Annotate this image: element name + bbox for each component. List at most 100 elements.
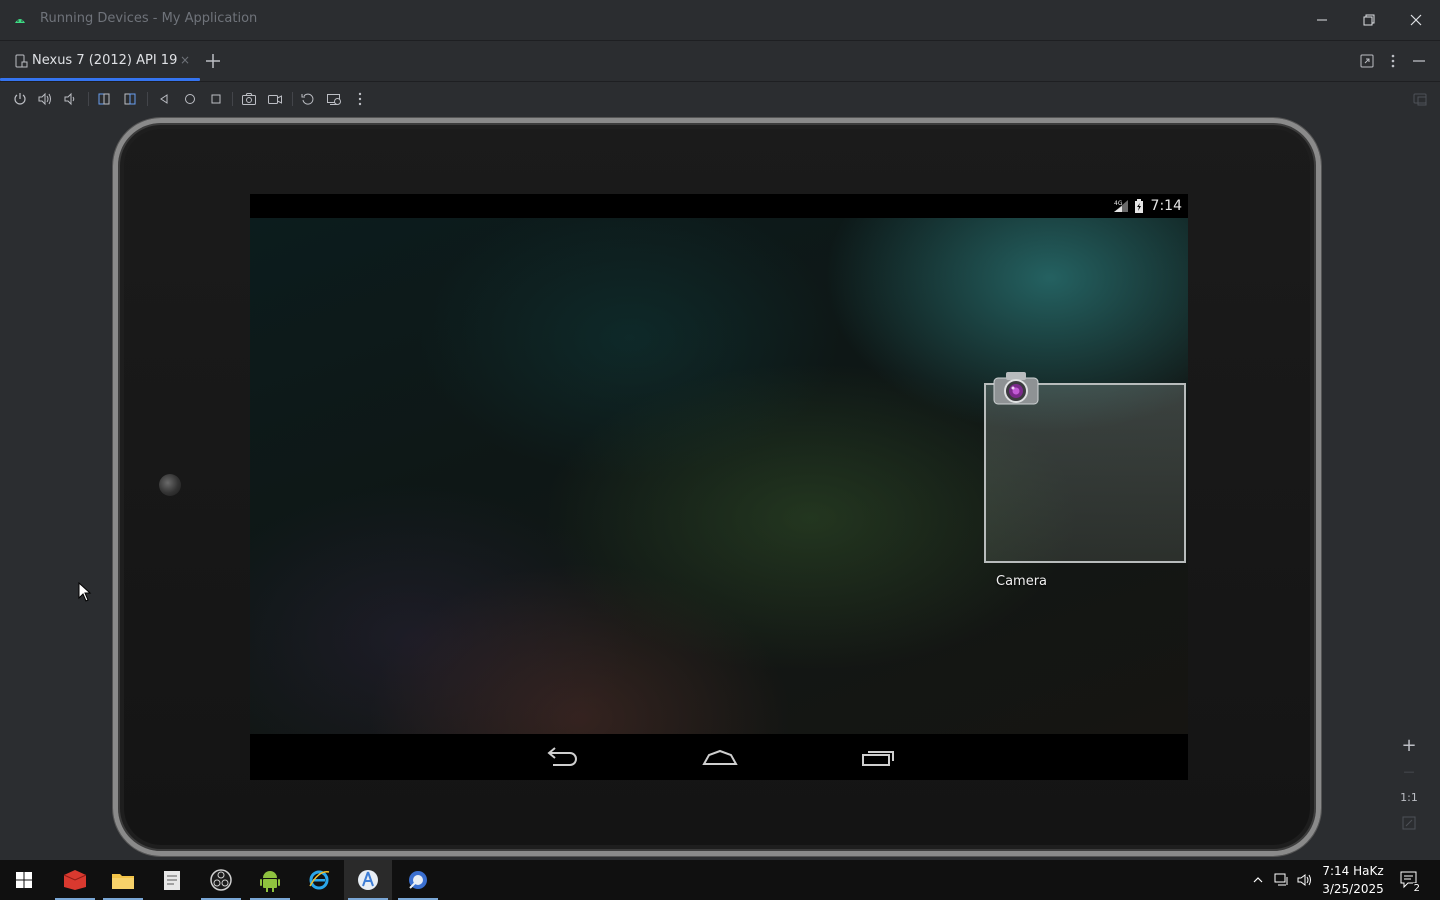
rotate-left-icon xyxy=(98,93,110,105)
windows-logo-icon xyxy=(16,872,32,888)
reset-icon xyxy=(301,93,314,105)
rotate-right-button[interactable] xyxy=(122,91,138,107)
screenshot-button[interactable] xyxy=(241,91,257,107)
snapshots-button[interactable] xyxy=(326,91,342,107)
tab-nexus-7[interactable]: Nexus 7 (2012) API 19 × xyxy=(0,41,200,81)
window-mode-icon xyxy=(1360,54,1374,68)
plus-icon xyxy=(206,54,220,68)
restore-button[interactable] xyxy=(1357,8,1381,32)
notification-count-badge: 2 xyxy=(1412,883,1421,894)
power-button[interactable] xyxy=(12,91,28,107)
taskbar-android[interactable] xyxy=(246,860,294,900)
battery-icon xyxy=(1135,199,1143,213)
emulator-icon xyxy=(409,871,427,889)
close-window-button[interactable] xyxy=(1404,8,1428,32)
volume-up-button[interactable] xyxy=(37,91,53,107)
minimize-button[interactable] xyxy=(1310,8,1334,32)
red-box-app-icon xyxy=(63,870,87,890)
device-icon xyxy=(15,54,28,68)
front-camera-lens xyxy=(159,474,181,496)
hide-panel-button[interactable] xyxy=(1411,53,1427,69)
android-navigation-bar xyxy=(250,734,1188,780)
zoom-actual-size-button[interactable]: 1:1 xyxy=(1396,786,1422,808)
home-house-icon xyxy=(702,749,738,765)
reset-button[interactable] xyxy=(300,91,316,107)
toolbar-separator xyxy=(292,92,293,106)
volume-tray-button[interactable] xyxy=(1295,860,1315,900)
status-icons: 4G xyxy=(1113,199,1144,218)
active-tab-indicator xyxy=(0,78,200,81)
volume-down-button[interactable] xyxy=(62,91,78,107)
close-icon xyxy=(1410,14,1422,26)
taskbar-clock[interactable]: 7:14 HaKz 3/25/2025 xyxy=(1318,862,1388,898)
fit-screen-icon xyxy=(1402,816,1416,830)
camera-app-icon[interactable] xyxy=(992,366,1040,408)
device-tab-bar: Nexus 7 (2012) API 19 × xyxy=(0,41,1440,82)
android-robot-icon xyxy=(260,871,280,892)
device-screen[interactable]: 4G 7:14 Camera xyxy=(250,194,1188,780)
device-toolbar xyxy=(0,82,1440,116)
obs-icon xyxy=(210,869,232,891)
rotate-right-icon xyxy=(124,93,136,105)
more-actions-button[interactable] xyxy=(352,91,368,107)
screen-record-button[interactable] xyxy=(267,91,283,107)
android-recents-button[interactable] xyxy=(858,743,898,771)
toolbar-separator xyxy=(147,92,148,106)
restore-icon xyxy=(1363,14,1375,26)
android-back-button[interactable] xyxy=(541,743,581,771)
action-center-button[interactable]: 2 xyxy=(1396,860,1424,900)
panel-options-button[interactable] xyxy=(1359,53,1375,69)
chevron-up-icon xyxy=(1253,877,1263,883)
snapshot-icon xyxy=(327,94,341,105)
zoom-controls: + — 1:1 xyxy=(1396,732,1422,838)
zoom-in-button[interactable]: + xyxy=(1396,734,1422,756)
toolbar-separator xyxy=(232,92,233,106)
folder-icon xyxy=(112,874,134,889)
android-studio-icon xyxy=(358,870,378,890)
overview-button[interactable] xyxy=(208,91,224,107)
volume-down-icon xyxy=(64,92,75,106)
taskbar-app-red[interactable] xyxy=(51,860,99,900)
zoom-out-button[interactable]: — xyxy=(1396,760,1422,782)
speaker-icon xyxy=(1297,874,1311,886)
taskbar-emulator[interactable] xyxy=(394,860,442,900)
zoom-fit-button[interactable] xyxy=(1396,812,1422,834)
tab-close-button[interactable]: × xyxy=(180,53,190,67)
camera-widget-frame[interactable] xyxy=(984,383,1186,563)
toolbar-separator xyxy=(88,92,89,106)
taskbar-internet-explorer[interactable] xyxy=(295,860,343,900)
back-button[interactable] xyxy=(156,91,172,107)
taskbar-file-explorer[interactable] xyxy=(99,860,147,900)
mouse-cursor-icon xyxy=(78,582,92,602)
signal-icon: 4G xyxy=(1113,200,1128,212)
taskbar-obs[interactable] xyxy=(197,860,245,900)
start-button[interactable] xyxy=(0,860,48,900)
taskbar-notepad[interactable] xyxy=(148,860,196,900)
add-device-tab-button[interactable] xyxy=(203,51,223,71)
vertical-dots-icon xyxy=(1391,54,1395,68)
home-circle-icon xyxy=(185,94,195,104)
android-studio-app-icon xyxy=(15,19,25,23)
camera-icon xyxy=(242,93,256,105)
rotate-left-button[interactable] xyxy=(96,91,112,107)
taskbar-android-studio[interactable] xyxy=(344,860,392,900)
android-status-bar: 4G 7:14 xyxy=(250,194,1188,218)
power-icon xyxy=(14,93,26,105)
internet-explorer-icon xyxy=(309,870,330,890)
minimize-panel-icon xyxy=(1413,60,1425,62)
video-camera-icon xyxy=(268,95,282,104)
camera-app-label: Camera xyxy=(996,574,1048,589)
overview-square-icon xyxy=(211,94,221,104)
back-triangle-icon xyxy=(160,94,168,104)
network-tray-button[interactable] xyxy=(1272,860,1292,900)
more-options-button[interactable] xyxy=(1385,53,1401,69)
back-arrow-icon xyxy=(547,747,577,766)
svg-text:4G: 4G xyxy=(1114,200,1123,207)
clock-time: 7:14 HaKz xyxy=(1322,864,1384,878)
home-button[interactable] xyxy=(182,91,198,107)
network-icon xyxy=(1274,873,1288,886)
show-hidden-icons-button[interactable] xyxy=(1249,860,1267,900)
notepad-icon xyxy=(164,871,180,890)
android-home-button[interactable] xyxy=(700,743,740,771)
device-frame-toggle[interactable] xyxy=(1412,91,1428,107)
